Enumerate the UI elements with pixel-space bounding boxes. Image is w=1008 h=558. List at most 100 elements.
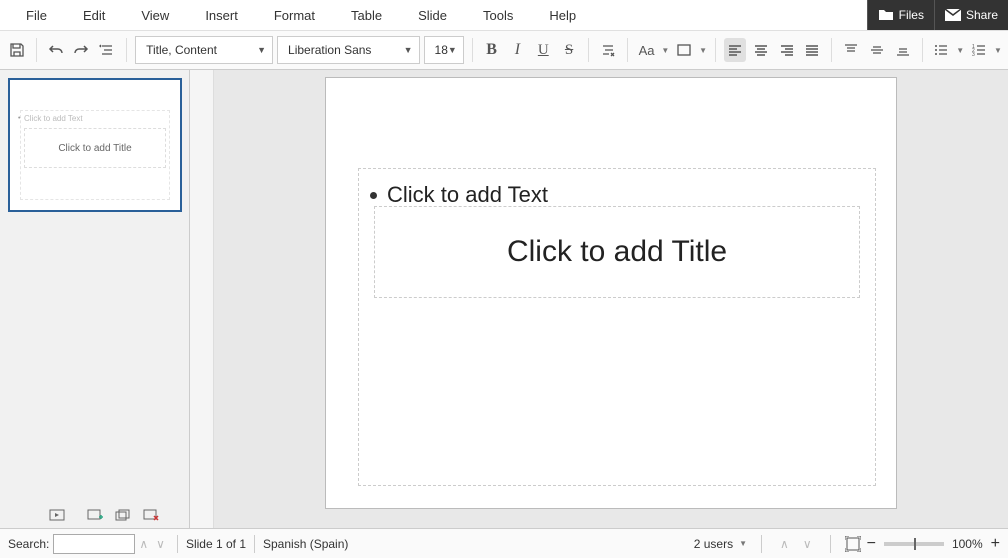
caret-down-icon: ▼ (448, 45, 457, 55)
italic-icon[interactable]: I (507, 38, 529, 62)
separator (588, 38, 589, 62)
zoom-slider[interactable] (884, 542, 944, 546)
slide-info: Slide 1 of 1 (186, 537, 246, 551)
slide-thumbnail[interactable]: • Click to add Text Click to add Title (8, 78, 182, 212)
valign-bot-icon[interactable] (892, 38, 914, 62)
bullet-icon (370, 192, 377, 199)
menu-help[interactable]: Help (531, 8, 594, 23)
svg-text:3: 3 (972, 52, 975, 57)
menu-table[interactable]: Table (333, 8, 400, 23)
align-right-icon[interactable] (776, 38, 798, 62)
search-label: Search: (8, 537, 49, 551)
align-left-icon[interactable] (724, 38, 746, 62)
clear-format-icon[interactable] (597, 38, 619, 62)
valign-mid-icon[interactable] (866, 38, 888, 62)
thumb-text-placeholder: Click to add Text (24, 114, 83, 123)
view-mode-icons (48, 508, 160, 522)
duplicate-slide-icon[interactable] (114, 508, 132, 522)
caret-down-icon: ▼ (257, 45, 266, 55)
save-icon[interactable] (6, 38, 28, 62)
separator (761, 535, 762, 553)
prev-page-icon[interactable]: ∧ (776, 537, 793, 551)
toolbar: Title, Content ▼ Liberation Sans ▼ 18 ▼ … (0, 30, 1008, 70)
zoom-value[interactable]: 100% (952, 537, 983, 551)
caret-down-icon[interactable]: ▼ (699, 46, 707, 55)
separator (472, 38, 473, 62)
next-page-icon[interactable]: ∨ (799, 537, 816, 551)
redo-icon[interactable] (71, 38, 93, 62)
start-show-icon[interactable] (48, 508, 66, 522)
separator (36, 38, 37, 62)
outline-icon[interactable] (96, 38, 118, 62)
users-count[interactable]: 2 users (694, 537, 733, 551)
title-placeholder: Click to add Title (507, 235, 727, 269)
slide-canvas[interactable]: Click to add Text Click to add Title (326, 78, 896, 508)
bullet-icon: • (18, 115, 20, 122)
files-label: Files (899, 8, 924, 22)
slide-panel: • Click to add Text Click to add Title (0, 70, 190, 528)
search-prev-icon[interactable]: ∧ (135, 537, 152, 551)
align-justify-icon[interactable] (801, 38, 823, 62)
bold-icon[interactable]: B (481, 38, 503, 62)
layout-value: Title, Content (146, 43, 217, 57)
menu-format[interactable]: Format (256, 8, 333, 23)
strikethrough-icon[interactable]: S (558, 38, 580, 62)
font-dropdown[interactable]: Liberation Sans ▼ (277, 36, 420, 64)
separator (627, 38, 628, 62)
editor-area[interactable]: Click to add Text Click to add Title (214, 70, 1008, 528)
mail-icon (945, 9, 961, 21)
status-right: 2 users ▼ ∧ ∨ − 100% + (694, 535, 1000, 553)
font-size-dropdown[interactable]: 18 ▼ (424, 36, 464, 64)
vertical-ruler (190, 70, 214, 528)
text-placeholder: Click to add Text (387, 182, 548, 208)
folder-icon (878, 8, 894, 22)
menu-edit[interactable]: Edit (65, 8, 123, 23)
delete-slide-icon[interactable] (142, 508, 160, 522)
share-button[interactable]: Share (934, 0, 1008, 30)
menu-slide[interactable]: Slide (400, 8, 465, 23)
separator (715, 38, 716, 62)
text-placeholder-line[interactable]: Click to add Text (370, 182, 548, 208)
valign-top-icon[interactable] (840, 38, 862, 62)
zoom-control: − 100% + (867, 535, 1000, 553)
separator (831, 38, 832, 62)
number-list-icon[interactable]: 123 (968, 38, 990, 62)
separator (177, 535, 178, 553)
top-actions: Files Share (867, 0, 1008, 30)
new-slide-icon[interactable] (86, 508, 104, 522)
workspace: • Click to add Text Click to add Title C… (0, 70, 1008, 528)
caret-down-icon: ▼ (404, 45, 413, 55)
align-center-icon[interactable] (750, 38, 772, 62)
files-button[interactable]: Files (867, 0, 934, 30)
menu-file[interactable]: File (8, 8, 65, 23)
caret-down-icon[interactable]: ▼ (739, 539, 747, 548)
underline-icon[interactable]: U (532, 38, 554, 62)
zoom-out-icon[interactable]: − (867, 535, 876, 553)
layout-dropdown[interactable]: Title, Content ▼ (135, 36, 273, 64)
caret-down-icon[interactable]: ▼ (661, 46, 669, 55)
menu-tools[interactable]: Tools (465, 8, 531, 23)
caret-down-icon[interactable]: ▼ (956, 46, 964, 55)
bullet-list-icon[interactable] (930, 38, 952, 62)
share-label: Share (966, 8, 998, 22)
case-icon[interactable]: Aa (636, 38, 658, 62)
font-value: Liberation Sans (288, 43, 371, 57)
font-size-value: 18 (435, 43, 448, 57)
rect-icon[interactable] (673, 38, 695, 62)
menubar: File Edit View Insert Format Table Slide… (0, 0, 1008, 30)
menu-insert[interactable]: Insert (187, 8, 256, 23)
zoom-in-icon[interactable]: + (991, 535, 1000, 553)
statusbar: Search: ∧ ∨ Slide 1 of 1 Spanish (Spain)… (0, 528, 1008, 558)
fit-page-icon[interactable] (845, 536, 861, 552)
separator (254, 535, 255, 553)
caret-down-icon[interactable]: ▼ (994, 46, 1002, 55)
language-label[interactable]: Spanish (Spain) (263, 537, 348, 551)
search-input[interactable] (53, 534, 135, 554)
separator (922, 38, 923, 62)
menu-view[interactable]: View (123, 8, 187, 23)
separator (830, 535, 831, 553)
undo-icon[interactable] (45, 38, 67, 62)
title-frame[interactable]: Click to add Title (374, 206, 860, 298)
search-next-icon[interactable]: ∨ (152, 537, 169, 551)
separator (126, 38, 127, 62)
